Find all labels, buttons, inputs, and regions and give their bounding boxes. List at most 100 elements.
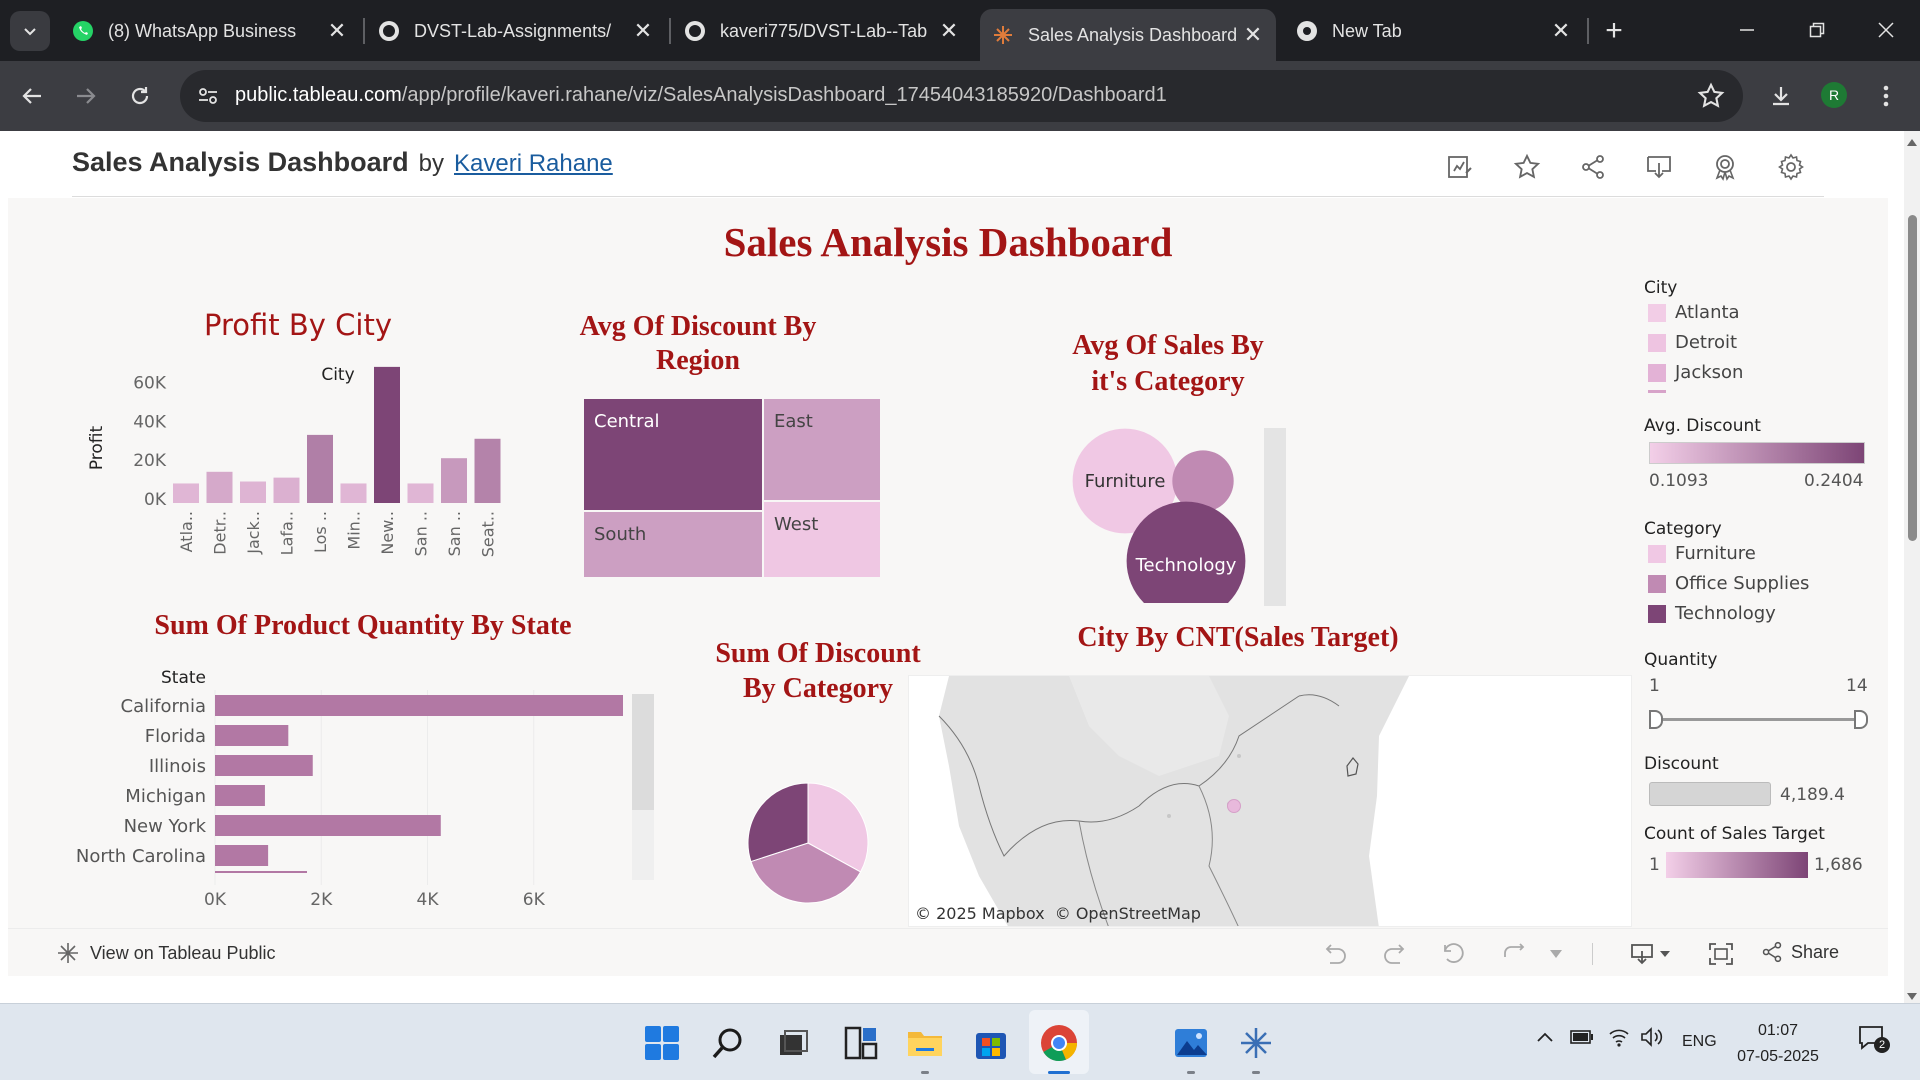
site-settings-icon[interactable]: [194, 82, 222, 110]
tab-github-assignments[interactable]: DVST-Lab-Assignments/ ✕: [366, 9, 666, 53]
language-indicator[interactable]: ENG: [1682, 1033, 1717, 1051]
share-icon[interactable]: [1577, 151, 1609, 183]
menu-button[interactable]: [1868, 78, 1904, 114]
url-text: public.tableau.com/app/profile/kaveri.ra…: [235, 84, 1167, 107]
badge-icon[interactable]: [1709, 151, 1741, 183]
close-icon[interactable]: ✕: [1546, 16, 1576, 46]
x-tick-label: Los ..: [311, 511, 330, 553]
map-city-point[interactable]: [1227, 799, 1241, 813]
favorite-star-icon[interactable]: [1511, 151, 1543, 183]
discount-region-treemap[interactable]: Central East South West: [584, 399, 880, 577]
notification-count: 2: [1874, 1037, 1890, 1053]
scrollbar-thumb[interactable]: [1908, 215, 1917, 541]
network-indicator[interactable]: [1608, 1026, 1630, 1053]
profile-avatar[interactable]: R: [1821, 82, 1847, 108]
restore-button[interactable]: [1797, 12, 1837, 48]
close-icon[interactable]: ✕: [934, 16, 964, 46]
tab-new-tab[interactable]: New Tab ✕: [1284, 9, 1584, 53]
whatsapp-icon: [73, 21, 93, 41]
bubble-scroll-track[interactable]: [1264, 428, 1286, 606]
tab-whatsapp[interactable]: (8) WhatsApp Business ✕: [60, 9, 360, 53]
photos-button[interactable]: [1170, 1022, 1212, 1064]
system-clock[interactable]: 01:07 07-05-2025: [1733, 1018, 1823, 1070]
file-explorer-button[interactable]: [904, 1022, 946, 1064]
new-tab-button[interactable]: +: [1597, 14, 1631, 48]
sales-target-map[interactable]: © 2025 Mapbox © OpenStreetMap: [908, 675, 1632, 927]
download-viz-icon[interactable]: [1643, 151, 1675, 183]
show-hidden-icons[interactable]: [1536, 1030, 1554, 1048]
settings-gear-icon[interactable]: [1775, 151, 1807, 183]
discount-category-pie[interactable]: [738, 773, 878, 913]
scroll-up-arrow-icon[interactable]: [1907, 139, 1917, 146]
legend-category-item[interactable]: Technology: [1648, 603, 1776, 624]
forward-button[interactable]: [68, 78, 104, 114]
reload-icon: [131, 87, 149, 105]
state-scroll-thumb[interactable]: [632, 694, 654, 810]
start-button[interactable]: [641, 1022, 683, 1064]
downloads-button[interactable]: [1763, 78, 1799, 114]
bookmark-star-icon[interactable]: [1697, 82, 1725, 110]
tableau-taskbar-button[interactable]: [1235, 1022, 1277, 1064]
legend-city-title: City: [1644, 278, 1678, 298]
profit-by-city-chart[interactable]: City Profit 0K 20K 40K 60K Atla.. Detr.. Jack.. L…: [58, 358, 558, 623]
state-bar: [215, 695, 623, 716]
scroll-down-arrow-icon[interactable]: [1907, 993, 1917, 1000]
chevron-down-icon: [24, 28, 36, 36]
back-button[interactable]: [14, 78, 50, 114]
legend-category-item[interactable]: Office Supplies: [1648, 573, 1809, 594]
download-menu-button[interactable]: [1630, 941, 1674, 967]
tab-github-repo[interactable]: kaveri775/DVST-Lab--Tab ✕: [672, 9, 972, 53]
close-icon: [1878, 22, 1894, 38]
x-tick-label: New..: [378, 511, 397, 555]
close-icon[interactable]: ✕: [1238, 20, 1268, 50]
battery-indicator[interactable]: [1570, 1030, 1594, 1049]
quantity-slider-track[interactable]: [1655, 718, 1863, 721]
notification-center[interactable]: 2: [1857, 1024, 1890, 1059]
osm-attribution[interactable]: © OpenStreetMap: [1055, 904, 1201, 923]
folder-icon: [908, 1032, 942, 1056]
redo-button[interactable]: [1381, 941, 1409, 967]
legend-category-item[interactable]: Furniture: [1648, 543, 1756, 564]
volume-indicator[interactable]: [1640, 1026, 1664, 1053]
address-bar[interactable]: public.tableau.com/app/profile/kaveri.ra…: [180, 70, 1743, 122]
minimize-button[interactable]: [1727, 12, 1767, 48]
edit-viz-icon[interactable]: [1444, 151, 1476, 183]
legend-city-item[interactable]: Atlanta: [1648, 302, 1740, 323]
quantity-slider-handle-min[interactable]: [1649, 710, 1663, 729]
search-button[interactable]: [707, 1022, 749, 1064]
author-link[interactable]: Kaveri Rahane: [454, 150, 613, 178]
refresh-options-button[interactable]: [1542, 941, 1570, 967]
close-icon[interactable]: ✕: [322, 16, 352, 46]
toolbar-divider: [1592, 943, 1593, 965]
refresh-button[interactable]: [1501, 941, 1529, 967]
share-icon: [1762, 941, 1782, 963]
profit-bar: [273, 477, 300, 503]
quantity-slider-handle-max[interactable]: [1854, 710, 1868, 729]
treemap-label: South: [594, 524, 646, 545]
store-button[interactable]: [970, 1022, 1012, 1064]
active-indicator: [1048, 1071, 1070, 1074]
url-host: public.tableau.com: [235, 84, 402, 106]
legend-city-item[interactable]: Jackson: [1648, 362, 1743, 383]
mapbox-attribution[interactable]: © 2025 Mapbox: [915, 904, 1045, 923]
page-scrollbar[interactable]: [1904, 131, 1920, 1003]
reload-button[interactable]: [122, 78, 158, 114]
undo-button[interactable]: [1321, 941, 1349, 967]
share-button[interactable]: Share: [1761, 941, 1839, 963]
tab-sales-dashboard[interactable]: Sales Analysis Dashboard ✕: [980, 9, 1276, 61]
tab-title: kaveri775/DVST-Lab--Tab: [720, 20, 928, 41]
view-on-tableau-public-link[interactable]: View on Tableau Public: [56, 941, 275, 965]
widgets-button[interactable]: [840, 1022, 882, 1064]
quantity-state-chart[interactable]: State0K2K4K6K8KCaliforniaFloridaIllinois…: [58, 660, 623, 910]
state-scroll-track[interactable]: [632, 694, 654, 880]
tab-search-button[interactable]: [10, 11, 50, 51]
tab-separator: [1587, 18, 1589, 44]
state-label: Illinois: [149, 756, 206, 777]
revert-button[interactable]: [1440, 941, 1468, 967]
legend-city-item[interactable]: Detroit: [1648, 332, 1737, 353]
fullscreen-button[interactable]: [1707, 941, 1735, 967]
close-icon[interactable]: ✕: [628, 16, 658, 46]
task-view-button[interactable]: [772, 1022, 814, 1064]
chrome-taskbar-button[interactable]: [1038, 1022, 1080, 1064]
close-window-button[interactable]: [1866, 12, 1906, 48]
